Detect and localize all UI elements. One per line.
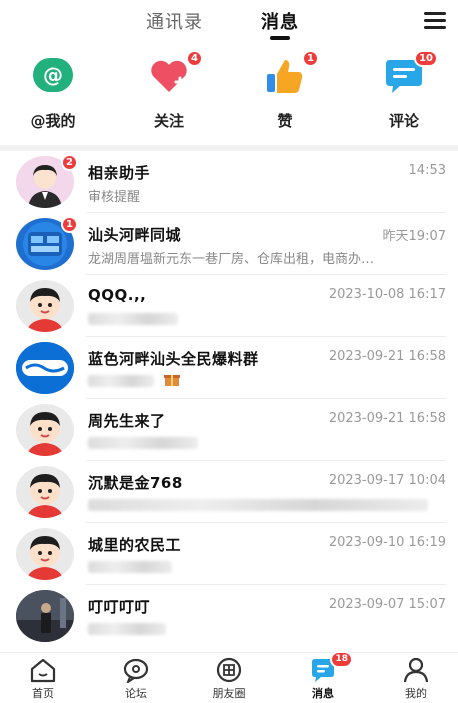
message-icon: 18	[309, 651, 353, 683]
conversation-time: 昨天19:07	[382, 229, 446, 244]
quick-action-label: @我的	[30, 112, 76, 130]
nav-home[interactable]: 首页	[8, 657, 78, 701]
conversation-preview: 龙湖周厝塭新元东一巷厂房、仓库出租，电商办…	[88, 252, 375, 267]
nav-label: 我的	[405, 687, 427, 700]
thumbs-up-icon: 1	[263, 50, 319, 96]
quick-action-likes[interactable]: 1 赞	[240, 50, 330, 131]
conversation-row[interactable]: 周先生来了 2023-09-21 16:58	[0, 399, 458, 461]
conversation-name: 汕头河畔同城	[88, 226, 182, 244]
follow-count-badge: 4	[186, 50, 203, 67]
nav-profile[interactable]: 我的	[381, 657, 451, 701]
default-user-avatar	[16, 404, 74, 456]
moments-icon	[215, 657, 243, 683]
blue-logo-avatar: 1	[16, 216, 78, 270]
default-user-avatar	[16, 280, 74, 332]
conversation-row[interactable]: 2 相亲助手 14:53 审核提醒	[0, 151, 458, 213]
gift-icon	[164, 371, 180, 387]
conversation-row[interactable]: QQQ.,, 2023-10-08 16:17	[0, 275, 458, 337]
forum-icon	[122, 657, 150, 685]
quick-action-mentions[interactable]: @ @我的	[8, 56, 98, 131]
conversation-list: 2 相亲助手 14:53 审核提醒 1 汕头河畔同城 昨天19:07 龙湖周厝塭…	[0, 151, 458, 647]
tab-messages[interactable]: 消息	[261, 8, 299, 34]
top-tab-bar: 通讯录 消息	[0, 0, 458, 48]
conversation-name: 相亲助手	[88, 164, 151, 182]
conversation-time: 2023-09-21 16:58	[328, 349, 446, 364]
likes-count-badge: 1	[302, 50, 319, 67]
default-user-avatar	[16, 466, 74, 518]
blurred-preview	[88, 561, 172, 573]
blue-river-logo-avatar	[16, 342, 74, 394]
conversation-row[interactable]: 1 汕头河畔同城 昨天19:07 龙湖周厝塭新元东一巷厂房、仓库出租，电商办…	[0, 213, 458, 275]
blurred-preview	[88, 499, 428, 511]
menu-icon[interactable]	[424, 12, 446, 30]
cartoon-man-avatar: 2	[16, 154, 78, 208]
nav-label: 消息	[312, 687, 334, 700]
svg-text:@: @	[43, 63, 63, 87]
conversation-preview: 审核提醒	[88, 190, 141, 205]
comments-count-badge: 10	[414, 50, 438, 67]
blurred-preview	[88, 623, 166, 635]
nav-label: 论坛	[125, 687, 147, 700]
conversation-time: 2023-09-17 10:04	[328, 473, 446, 488]
nav-messages[interactable]: 18 消息	[288, 651, 358, 701]
conversation-name: 蓝色河畔汕头全民爆料群	[88, 350, 259, 368]
unread-badge: 2	[61, 154, 78, 171]
quick-action-label: 赞	[277, 112, 293, 130]
comment-icon: 10	[382, 50, 438, 96]
quick-action-label: 评论	[388, 112, 419, 130]
conversation-row[interactable]: 叮叮叮叮 2023-09-07 15:07	[0, 585, 458, 647]
profile-icon	[402, 657, 430, 683]
conversation-time: 2023-09-10 16:19	[328, 535, 446, 550]
quick-action-label: 关注	[153, 112, 184, 130]
conversation-time: 2023-09-07 15:07	[328, 597, 446, 612]
conversation-name: 叮叮叮叮	[88, 598, 151, 616]
blurred-preview	[88, 437, 198, 449]
conversation-name: 沉默是金768	[88, 474, 183, 492]
nav-forum[interactable]: 论坛	[101, 657, 171, 701]
photo-avatar	[16, 590, 74, 642]
conversation-time: 2023-10-08 16:17	[328, 287, 446, 302]
conversation-row[interactable]: 沉默是金768 2023-09-17 10:04	[0, 461, 458, 523]
heart-plus-icon: 4	[147, 50, 203, 96]
at-icon: @	[31, 56, 75, 96]
conversation-time: 14:53	[408, 163, 446, 178]
conversation-row[interactable]: 蓝色河畔汕头全民爆料群 2023-09-21 16:58	[0, 337, 458, 399]
default-user-avatar	[16, 528, 74, 580]
messages-count-badge: 18	[330, 651, 353, 668]
nav-label: 首页	[32, 687, 54, 700]
conversation-time: 2023-09-21 16:58	[328, 411, 446, 426]
blurred-preview	[88, 313, 178, 325]
nav-label: 朋友圈	[212, 687, 246, 700]
blurred-preview	[88, 375, 154, 387]
unread-badge: 1	[61, 216, 78, 233]
tab-contacts[interactable]: 通讯录	[146, 8, 203, 34]
conversation-name: QQQ.,,	[88, 286, 147, 304]
active-tab-indicator	[270, 36, 290, 40]
nav-moments[interactable]: 朋友圈	[194, 657, 264, 701]
conversation-name: 周先生来了	[88, 412, 166, 430]
conversation-row[interactable]: 城里的农民工 2023-09-10 16:19	[0, 523, 458, 585]
bottom-navigation: 首页 论坛 朋友圈 18 消息 我的	[0, 651, 458, 703]
conversation-name: 城里的农民工	[88, 536, 182, 554]
quick-action-follow[interactable]: 4 关注	[124, 50, 214, 131]
quick-action-comments[interactable]: 10 评论	[359, 50, 449, 131]
quick-actions: @ @我的 4 关注 1 赞 10 评论	[0, 50, 458, 142]
home-icon	[29, 657, 57, 683]
